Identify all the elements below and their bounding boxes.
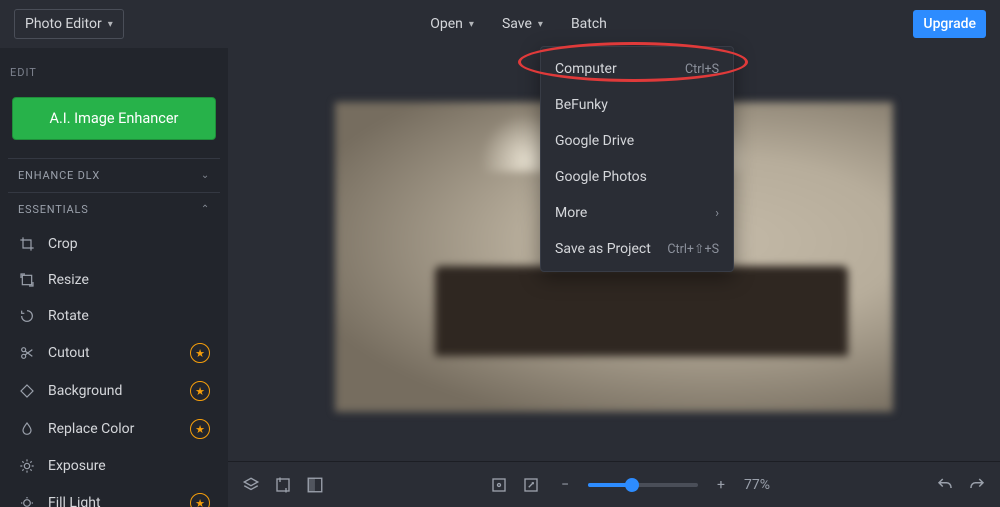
fit-screen-icon[interactable] — [490, 476, 508, 494]
replace-color-icon — [18, 420, 36, 438]
save-menu-computer[interactable]: Computer Ctrl+S — [541, 51, 733, 87]
tool-cutout[interactable]: Cutout ★ — [8, 334, 220, 372]
zoom-slider[interactable] — [588, 483, 698, 487]
chevron-down-icon: ▾ — [538, 19, 543, 30]
menu-item-label: BeFunky — [555, 97, 608, 113]
tool-replace-color[interactable]: Replace Color ★ — [8, 410, 220, 448]
resize-icon — [18, 271, 36, 289]
crop-canvas-icon[interactable] — [274, 476, 292, 494]
premium-star-icon: ★ — [190, 493, 210, 507]
undo-button[interactable] — [936, 476, 954, 494]
chevron-down-icon: ▾ — [469, 19, 474, 30]
upgrade-button[interactable]: Upgrade — [913, 10, 986, 38]
essentials-panel[interactable]: ESSENTIALS ⌃ — [8, 192, 220, 226]
open-label: Open — [430, 16, 463, 32]
zoom-in-button[interactable]: + — [712, 476, 730, 494]
zoom-out-button[interactable]: − — [556, 476, 574, 494]
tool-crop[interactable]: Crop — [8, 226, 220, 262]
save-button[interactable]: Save ▾ — [492, 10, 553, 38]
zoom-level: 77% — [744, 477, 770, 493]
tool-resize[interactable]: Resize — [8, 262, 220, 298]
top-toolbar: Photo Editor ▾ Open ▾ Save ▾ Batch Upgra… — [0, 0, 1000, 48]
save-menu-save-as-project[interactable]: Save as Project Ctrl+⇧+S — [541, 231, 733, 267]
save-menu-google-drive[interactable]: Google Drive — [541, 123, 733, 159]
tool-label: Rotate — [48, 308, 89, 324]
save-menu-google-photos[interactable]: Google Photos — [541, 159, 733, 195]
tool-fill-light[interactable]: Fill Light ★ — [8, 484, 220, 507]
chevron-down-icon: ⌄ — [201, 170, 210, 181]
background-icon — [18, 382, 36, 400]
tool-label: Exposure — [48, 458, 106, 474]
chevron-right-icon: › — [715, 206, 719, 221]
tool-label: Crop — [48, 236, 78, 252]
save-menu-more[interactable]: More › — [541, 195, 733, 231]
upgrade-label: Upgrade — [923, 16, 976, 32]
shortcut-label: Ctrl+⇧+S — [667, 241, 719, 257]
enhance-dlx-panel[interactable]: ENHANCE DLX ⌄ — [8, 158, 220, 192]
ai-enhancer-button[interactable]: A.I. Image Enhancer — [12, 97, 216, 140]
redo-button[interactable] — [968, 476, 986, 494]
exposure-icon — [18, 457, 36, 475]
menu-item-label: More — [555, 205, 587, 221]
app-menu-label: Photo Editor — [25, 16, 102, 32]
menu-item-label: Save as Project — [555, 241, 651, 257]
bottom-toolbar: − + 77% — [228, 461, 1000, 507]
tool-label: Cutout — [48, 345, 90, 361]
save-dropdown: Computer Ctrl+S BeFunky Google Drive Google … — [540, 46, 734, 272]
batch-button[interactable]: Batch — [561, 10, 617, 38]
premium-star-icon: ★ — [190, 343, 210, 363]
tool-label: Replace Color — [48, 421, 134, 437]
fill-light-icon — [18, 494, 36, 507]
menu-item-label: Google Drive — [555, 133, 634, 149]
tool-background[interactable]: Background ★ — [8, 372, 220, 410]
sidebar: EDIT A.I. Image Enhancer ENHANCE DLX ⌄ E… — [0, 48, 228, 507]
batch-label: Batch — [571, 16, 607, 32]
save-menu-befunky[interactable]: BeFunky — [541, 87, 733, 123]
cutout-icon — [18, 344, 36, 362]
premium-star-icon: ★ — [190, 419, 210, 439]
toggle-panel-icon[interactable] — [306, 476, 324, 494]
edit-section-title: EDIT — [8, 56, 220, 95]
layers-icon[interactable] — [242, 476, 260, 494]
tool-exposure[interactable]: Exposure — [8, 448, 220, 484]
tool-rotate[interactable]: Rotate — [8, 298, 220, 334]
rotate-icon — [18, 307, 36, 325]
save-label: Save — [502, 16, 532, 32]
menu-item-label: Computer — [555, 61, 617, 77]
chevron-down-icon: ▾ — [108, 19, 113, 30]
premium-star-icon: ★ — [190, 381, 210, 401]
chevron-up-icon: ⌃ — [201, 204, 210, 215]
tool-label: Resize — [48, 272, 89, 288]
tool-label: Background — [48, 383, 122, 399]
app-menu-button[interactable]: Photo Editor ▾ — [14, 9, 124, 39]
menu-item-label: Google Photos — [555, 169, 647, 185]
tool-label: Fill Light — [48, 495, 101, 507]
crop-icon — [18, 235, 36, 253]
shortcut-label: Ctrl+S — [685, 62, 719, 77]
open-button[interactable]: Open ▾ — [420, 10, 484, 38]
expand-icon[interactable] — [522, 476, 540, 494]
